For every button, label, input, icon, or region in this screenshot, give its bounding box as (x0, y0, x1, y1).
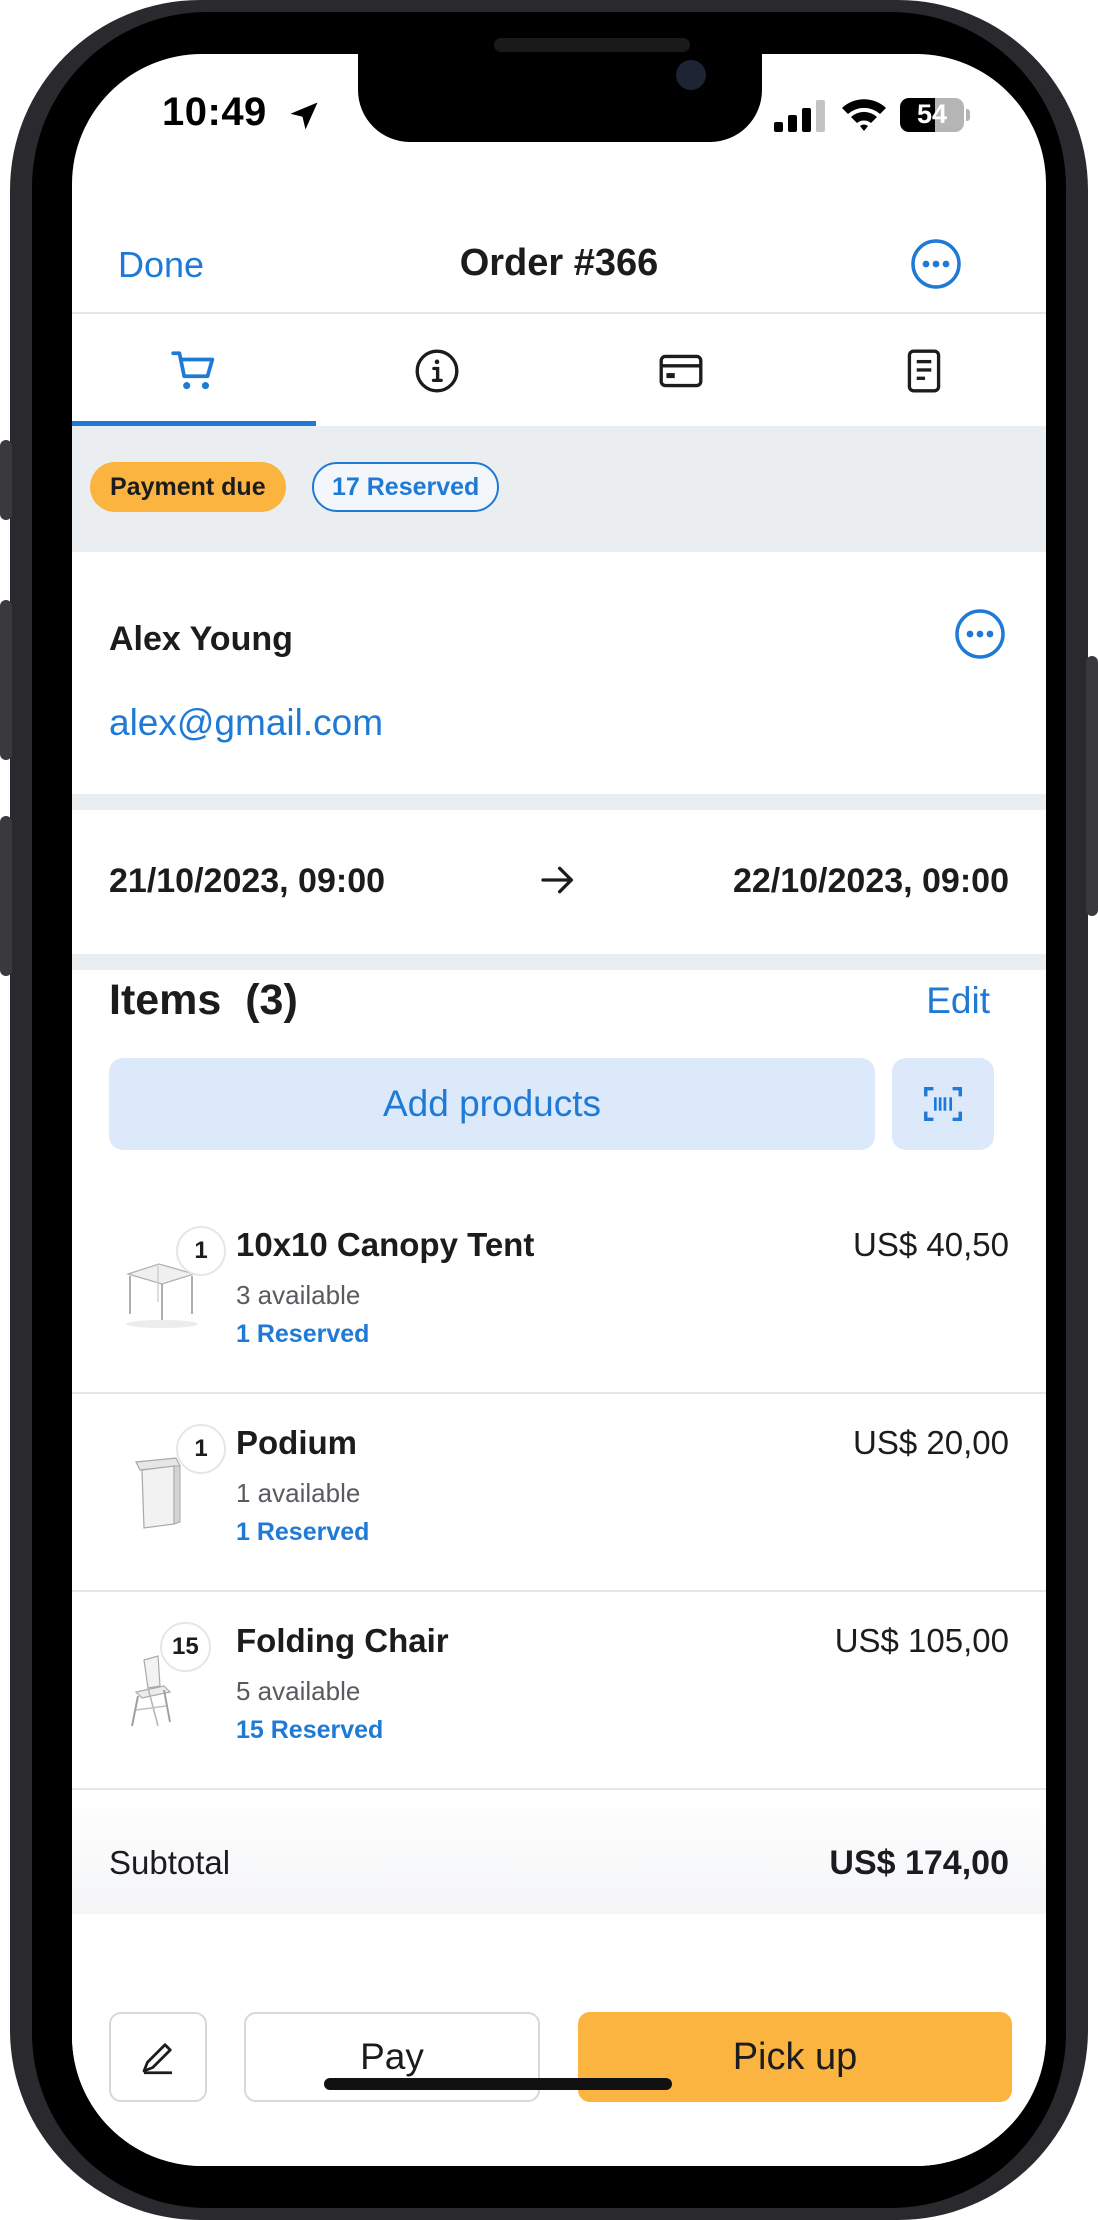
more-circle-icon[interactable] (910, 238, 962, 290)
app-screen: 10:49 54 Done Order #366 Payment due 17 … (72, 54, 1046, 2166)
item-availability: 3 available (236, 1280, 361, 1310)
home-indicator[interactable] (324, 2078, 672, 2090)
status-time: 10:49 (162, 90, 267, 134)
location-arrow-icon (290, 102, 318, 130)
status-bar: 10:49 54 (72, 54, 1046, 194)
pencil-icon (142, 2043, 172, 2075)
item-price: US$ 40,50 (853, 1226, 1009, 1263)
section-divider (72, 954, 1046, 970)
earpiece-speaker (494, 38, 690, 52)
volume-up-button (0, 600, 12, 760)
battery-icon: 54 (900, 98, 970, 132)
barcode-scan-icon (924, 1086, 962, 1122)
item-name: Folding Chair (236, 1622, 449, 1659)
cart-icon (171, 351, 214, 390)
quantity-badge: 1 (176, 1424, 226, 1474)
navigation-bar: Done Order #366 (72, 204, 1046, 314)
item-reserved: 15 Reserved (236, 1716, 384, 1744)
subtotal-row: Subtotal US$ 174,00 (72, 1790, 1046, 1914)
info-icon (415, 349, 459, 393)
items-heading: Items (3) (109, 976, 298, 1024)
item-name: Podium (236, 1424, 357, 1461)
customer-name: Alex Young (109, 620, 293, 658)
item-price: US$ 105,00 (834, 1622, 1009, 1659)
end-date: 22/10/2023, 09:00 (732, 862, 1009, 900)
start-date: 21/10/2023, 09:00 (109, 862, 386, 900)
order-status-band: Payment due 17 Reserved (72, 426, 1046, 552)
bottom-action-bar: Pay Pick up (72, 1914, 1046, 2166)
quantity-badge: 15 (160, 1622, 211, 1672)
subtotal-value: US$ 174,00 (829, 1844, 1009, 1882)
add-products-button[interactable]: Add products (109, 1058, 875, 1150)
subtotal-label: Subtotal (109, 1844, 231, 1881)
tab-documents[interactable] (803, 316, 1047, 426)
edit-items-button[interactable]: Edit (926, 980, 990, 1022)
list-item[interactable]: 1 Podium 1 available 1 Reserved US$ 20,0… (72, 1394, 1046, 1592)
tab-payments[interactable] (559, 316, 803, 426)
item-availability: 5 available (236, 1676, 361, 1706)
volume-down-button (0, 816, 12, 976)
dynamic-island (358, 54, 762, 142)
wifi-icon (842, 99, 886, 131)
customer-email[interactable]: alex@gmail.com (109, 702, 383, 744)
arrow-right-icon (541, 866, 573, 894)
payment-due-badge: Payment due (90, 462, 286, 512)
cellular-signal-icon (774, 100, 825, 132)
section-divider (72, 794, 1046, 810)
page-title: Order #366 (459, 242, 659, 284)
item-availability: 1 available (236, 1478, 361, 1508)
document-icon (908, 349, 941, 393)
battery-percent: 54 (916, 99, 948, 129)
edit-order-button[interactable] (109, 2012, 207, 2102)
tab-cart[interactable] (72, 316, 316, 426)
credit-card-icon (659, 354, 703, 388)
reserved-badge: 17 Reserved (312, 462, 500, 512)
power-button (1086, 656, 1098, 916)
quantity-badge: 1 (176, 1226, 226, 1276)
phone-frame: 10:49 54 Done Order #366 Payment due 17 … (0, 0, 1098, 2220)
rental-period[interactable]: 21/10/2023, 09:00 22/10/2023, 09:00 (72, 810, 1046, 954)
front-camera (676, 60, 706, 90)
scan-barcode-button[interactable] (892, 1058, 994, 1150)
more-circle-icon[interactable] (954, 608, 1006, 660)
mute-switch (0, 440, 12, 520)
tab-info[interactable] (316, 316, 560, 426)
order-tabs (72, 316, 1046, 426)
item-name: 10x10 Canopy Tent (236, 1226, 535, 1263)
list-item[interactable]: 15 Folding Chair 5 available 15 Reserved… (72, 1592, 1046, 1790)
item-reserved: 1 Reserved (236, 1518, 370, 1546)
item-price: US$ 20,00 (853, 1424, 1009, 1461)
item-reserved: 1 Reserved (236, 1320, 370, 1348)
customer-card[interactable]: Alex Young alex@gmail.com (72, 552, 1046, 794)
list-item[interactable]: 1 10x10 Canopy Tent 3 available 1 Reserv… (72, 1196, 1046, 1394)
